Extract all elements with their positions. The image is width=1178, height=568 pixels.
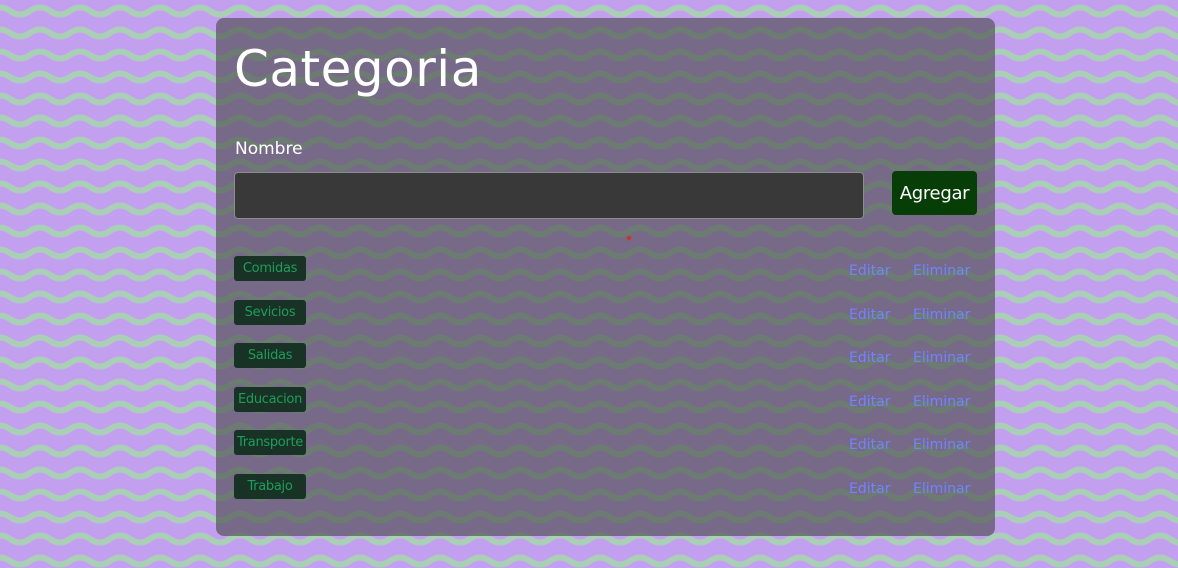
edit-link[interactable]: Editar [849, 481, 890, 497]
delete-link[interactable]: Eliminar [913, 481, 970, 497]
category-row: Trabajo Editar Eliminar [234, 473, 978, 518]
category-badge: Educacion [234, 386, 306, 412]
edit-link[interactable]: Editar [849, 307, 890, 323]
red-cursor-mark [626, 235, 632, 241]
delete-link[interactable]: Eliminar [913, 263, 970, 279]
category-badge: Trabajo [234, 473, 306, 499]
page-title: Categoria [234, 40, 482, 98]
category-row: Sevicios Editar Eliminar [234, 299, 978, 344]
category-row: Salidas Editar Eliminar [234, 343, 978, 387]
category-panel: Categoria Nombre Agregar Comidas Editar … [216, 18, 995, 536]
category-row: Educacion Editar Eliminar [234, 386, 978, 431]
edit-link[interactable]: Editar [849, 350, 890, 366]
category-row: Transporte Editar Eliminar [234, 430, 978, 474]
edit-link[interactable]: Editar [849, 437, 890, 453]
category-badge: Transporte [234, 430, 306, 456]
delete-link[interactable]: Eliminar [913, 394, 970, 410]
delete-link[interactable]: Eliminar [913, 307, 970, 323]
add-button[interactable]: Agregar [892, 171, 977, 215]
delete-link[interactable]: Eliminar [913, 350, 970, 366]
name-field-label: Nombre [235, 139, 303, 159]
category-badge: Sevicios [234, 299, 306, 325]
category-badge: Salidas [234, 343, 306, 369]
category-row: Comidas Editar Eliminar [234, 256, 978, 300]
edit-link[interactable]: Editar [849, 394, 890, 410]
name-input[interactable] [234, 172, 864, 219]
edit-link[interactable]: Editar [849, 263, 890, 279]
delete-link[interactable]: Eliminar [913, 437, 970, 453]
category-list: Comidas Editar Eliminar Sevicios Editar … [234, 256, 978, 518]
category-badge: Comidas [234, 256, 306, 281]
